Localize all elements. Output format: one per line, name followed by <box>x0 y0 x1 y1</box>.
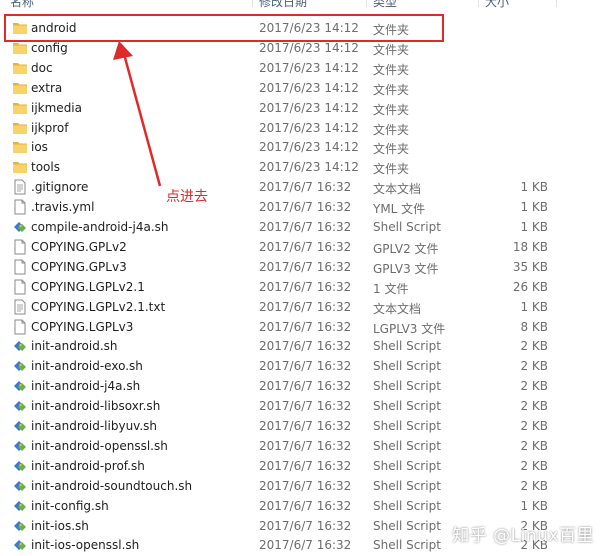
arrow-annotation <box>113 41 162 187</box>
watermark: 知乎 @Linux百里 <box>452 526 594 546</box>
arrow-line <box>122 53 162 187</box>
annotation-label: 点进去 <box>166 189 208 205</box>
arrow-head <box>113 41 133 60</box>
